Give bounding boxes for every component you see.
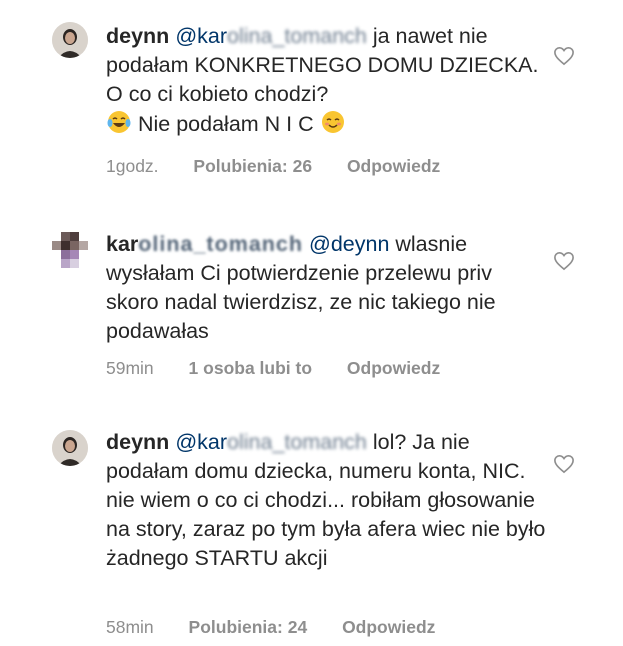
comment-meta: 1godz. Polubienia: 26 Odpowiedz	[106, 156, 470, 177]
heart-outline-icon[interactable]	[553, 251, 575, 271]
avatar[interactable]	[52, 22, 88, 58]
comment-text: deynn @karolina_tomanch ja nawet nie pod…	[106, 22, 546, 139]
avatar[interactable]	[52, 232, 88, 268]
comment-body-second: Nie podałam N I C	[132, 112, 320, 136]
mention-link[interactable]: @karolina_tomanch	[175, 430, 367, 454]
heart-outline-icon[interactable]	[553, 454, 575, 474]
profile-photo-icon	[52, 430, 88, 466]
likes-count[interactable]: 1 osoba lubi to	[189, 358, 312, 378]
redacted-username: olina_tomanch	[227, 24, 367, 48]
pixelated-avatar-icon	[52, 232, 88, 268]
avatar[interactable]	[52, 430, 88, 466]
comment-username[interactable]: karolina_tomanch	[106, 232, 303, 256]
comment-text: karolina_tomanch @deynn wlasnie wysłałam…	[106, 230, 546, 346]
comment-username[interactable]: deynn	[106, 24, 169, 48]
reply-button[interactable]: Odpowiedz	[342, 617, 435, 637]
redacted-username: olina_tomanch	[227, 430, 367, 454]
comment-meta: 58min Polubienia: 24 Odpowiedz	[106, 617, 465, 638]
redacted-username: olina_tomanch	[138, 232, 304, 256]
likes-count[interactable]: Polubienia: 24	[189, 617, 308, 637]
reply-button[interactable]: Odpowiedz	[347, 358, 440, 378]
comment-username[interactable]: deynn	[106, 430, 169, 454]
mention-link[interactable]: @deynn	[309, 232, 389, 256]
comment-text: deynn @karolina_tomanch lol? Ja nie poda…	[106, 428, 546, 573]
tears-of-joy-emoji-icon	[107, 111, 131, 133]
likes-count[interactable]: Polubienia: 26	[193, 156, 312, 176]
reply-button[interactable]: Odpowiedz	[347, 156, 440, 176]
profile-photo-icon	[52, 22, 88, 58]
comment-time: 59min	[106, 358, 154, 378]
mention-link[interactable]: @karolina_tomanch	[175, 24, 367, 48]
heart-outline-icon[interactable]	[553, 46, 575, 66]
comment-time: 1godz.	[106, 156, 159, 176]
smiling-blush-emoji-icon	[321, 111, 344, 133]
comment-meta: 59min 1 osoba lubi to Odpowiedz	[106, 358, 470, 379]
comment-time: 58min	[106, 617, 154, 637]
